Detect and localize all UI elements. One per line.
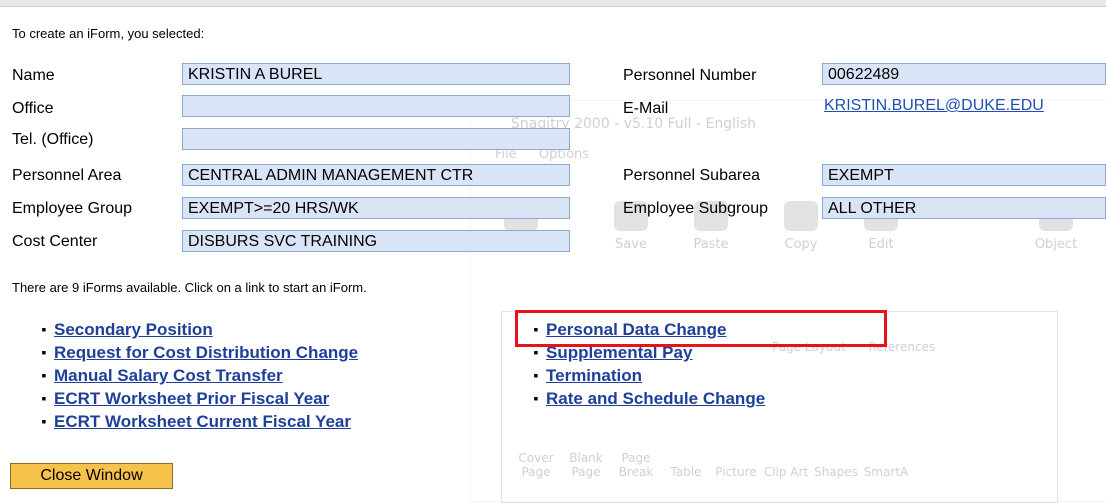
bullet-icon: ▪ bbox=[41, 321, 47, 337]
email-field: KRISTIN.BUREL@DUKE.EDU bbox=[822, 95, 1106, 117]
cost-center-field: DISBURS SVC TRAINING bbox=[182, 230, 570, 252]
personnel-number-field: 00622489 bbox=[822, 63, 1106, 85]
iform-link-manual-salary-cost-transfer[interactable]: Manual Salary Cost Transfer bbox=[54, 366, 283, 385]
list-item: ▪ ECRT Worksheet Prior Fiscal Year bbox=[34, 387, 358, 410]
employee-subgroup-field: ALL OTHER bbox=[822, 197, 1106, 219]
list-item: ▪ Request for Cost Distribution Change bbox=[34, 341, 359, 364]
available-forms-text: There are 9 iForms available. Click on a… bbox=[12, 280, 367, 295]
highlight-box bbox=[515, 310, 887, 347]
list-item: ▪ Termination bbox=[526, 364, 765, 387]
background-ribbon: Cover PageBlank PagePage Break Table Pictu… bbox=[518, 451, 909, 479]
personnel-number-label: Personnel Number bbox=[623, 67, 757, 84]
personnel-subarea-field: EXEMPT bbox=[822, 164, 1106, 186]
copy-icon bbox=[784, 201, 818, 231]
background-application-window: Snagitry 2000 - v5.10 Full - English Fil… bbox=[470, 100, 1106, 503]
employee-group-field: EXEMPT>=20 HRS/WK bbox=[182, 197, 570, 219]
intro-text: To create an iForm, you selected: bbox=[12, 26, 205, 41]
name-field: KRISTIN A BUREL bbox=[182, 63, 570, 85]
email-label: E-Mail bbox=[623, 100, 669, 117]
bullet-icon: ▪ bbox=[533, 367, 539, 383]
email-link[interactable]: KRISTIN.BUREL@DUKE.EDU bbox=[824, 97, 1044, 114]
employee-subgroup-label: Employee Subgroup bbox=[623, 200, 768, 217]
list-item: ▪ Manual Salary Cost Transfer bbox=[34, 364, 358, 387]
bullet-icon: ▪ bbox=[41, 367, 47, 383]
iform-link-ecrt-current-fiscal-year[interactable]: ECRT Worksheet Current Fiscal Year bbox=[54, 412, 351, 431]
tel-office-field bbox=[182, 128, 570, 150]
office-label: Office bbox=[12, 100, 54, 117]
bullet-icon: ▪ bbox=[533, 390, 539, 406]
personnel-area-label: Personnel Area bbox=[12, 167, 122, 184]
personnel-area-field: CENTRAL ADMIN MANAGEMENT CTR bbox=[182, 164, 570, 186]
close-window-button[interactable]: Close Window bbox=[10, 463, 173, 489]
iform-link-cost-distribution-change[interactable]: Request for Cost Distribution Change bbox=[54, 343, 358, 362]
iform-link-ecrt-prior-fiscal-year[interactable]: ECRT Worksheet Prior Fiscal Year bbox=[54, 389, 329, 408]
bullet-icon: ▪ bbox=[41, 344, 47, 360]
bullet-icon: ▪ bbox=[41, 413, 47, 429]
employee-group-label: Employee Group bbox=[12, 200, 133, 217]
list-item: ▪ Rate and Schedule Change bbox=[526, 387, 766, 410]
iform-link-secondary-position[interactable]: Secondary Position bbox=[54, 320, 213, 339]
bullet-icon: ▪ bbox=[41, 390, 47, 406]
iform-link-rate-and-schedule-change[interactable]: Rate and Schedule Change bbox=[546, 389, 765, 408]
name-label: Name bbox=[12, 67, 55, 84]
cost-center-label: Cost Center bbox=[12, 233, 98, 250]
iform-list-left: ▪ Secondary Position ▪ Request for Cost Di… bbox=[34, 318, 359, 433]
tel-office-label: Tel. (Office) bbox=[12, 131, 94, 148]
office-field bbox=[182, 95, 570, 117]
window-top-border bbox=[0, 0, 1106, 7]
iform-link-termination[interactable]: Termination bbox=[546, 366, 642, 385]
personnel-subarea-label: Personnel Subarea bbox=[623, 167, 760, 184]
list-item: ▪ ECRT Worksheet Current Fiscal Year bbox=[34, 410, 358, 433]
list-item: ▪ Secondary Position bbox=[34, 318, 358, 341]
